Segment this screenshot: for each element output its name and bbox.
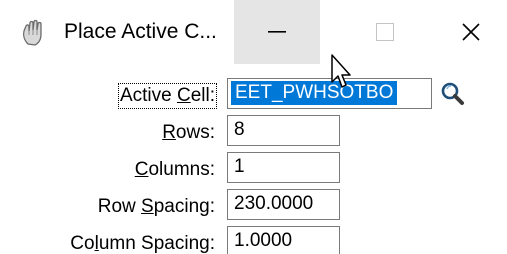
column-spacing-input[interactable]: 1.0000	[227, 226, 340, 254]
active-cell-input[interactable]: EET_PWHSOTBO	[227, 78, 432, 109]
title-bar[interactable]: Place Active C...	[0, 0, 507, 64]
minimize-button[interactable]	[234, 0, 320, 64]
close-button[interactable]	[428, 0, 507, 64]
column-spacing-label: Column Spacing:	[70, 233, 215, 254]
window-title: Place Active C...	[64, 20, 217, 43]
cell-placement-form: Active Cell: EET_PWHSOTBO Rows: 8 Column…	[0, 64, 507, 254]
magnifier-icon[interactable]	[438, 79, 468, 109]
columns-label: Columns:	[134, 159, 215, 180]
active-cell-label: Active Cell:	[117, 83, 218, 109]
row-spacing-label: Row Spacing:	[97, 196, 215, 217]
row-spacing-input[interactable]: 230.0000	[227, 189, 340, 220]
rows-label: Rows:	[162, 122, 215, 143]
minimize-icon	[268, 31, 286, 33]
columns-input[interactable]: 1	[227, 152, 340, 183]
rows-input[interactable]: 8	[227, 115, 340, 146]
row-spacing-row: Row Spacing: 230.0000	[0, 189, 507, 225]
rows-row: Rows: 8	[0, 115, 507, 151]
active-cell-row: Active Cell: EET_PWHSOTBO	[0, 78, 507, 114]
columns-row: Columns: 1	[0, 152, 507, 188]
mouse-pointer-icon	[331, 54, 351, 88]
column-spacing-row: Column Spacing: 1.0000	[0, 226, 507, 254]
active-cell-value: EET_PWHSOTBO	[231, 81, 398, 105]
maximize-icon	[376, 23, 394, 41]
place-active-cell-dialog: Place Active C... Active Cell: EET_PWHSO…	[0, 0, 507, 254]
close-icon	[462, 23, 480, 41]
hand-cell-icon	[22, 19, 42, 46]
